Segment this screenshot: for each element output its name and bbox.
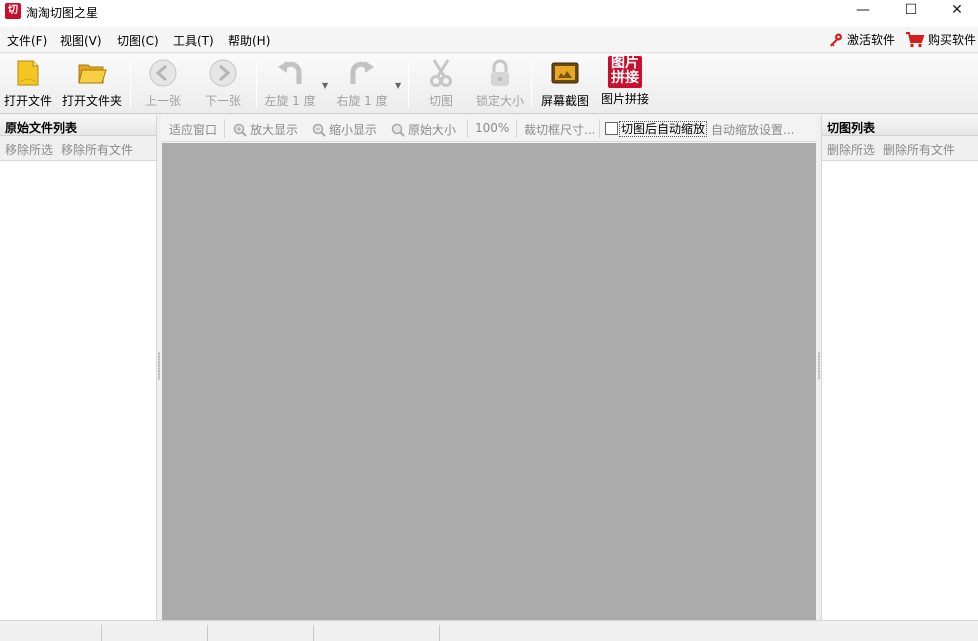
- cut-image-list-actions: 删除所选 删除所有文件: [822, 136, 978, 161]
- zoom-in-button[interactable]: 放大显示: [233, 121, 298, 138]
- auto-zoom-label[interactable]: 切图后自动缩放: [619, 121, 708, 137]
- rotate-left-icon: [275, 58, 305, 88]
- original-file-list-title: 原始文件列表: [0, 115, 156, 136]
- image-editor-area: 适应窗口 放大显示 缩小显示 原始大小 100% 裁切框尺寸... 切图后自动缩…: [161, 115, 817, 620]
- screenshot-button[interactable]: 屏幕截图: [539, 58, 591, 112]
- original-file-list-panel: 原始文件列表 移除所选 移除所有文件: [0, 115, 157, 620]
- app-logo-icon: 切: [5, 3, 21, 19]
- fit-window-button[interactable]: 适应窗口: [169, 121, 217, 138]
- zoom-level-label: 100%: [475, 121, 510, 135]
- menu-cut[interactable]: 切图(C): [117, 32, 159, 49]
- remove-all-files-button[interactable]: 移除所有文件: [61, 143, 133, 157]
- menu-bar: 文件(F) 视图(V) 切图(C) 工具(T) 帮助(H) 激活软件 购买软件: [0, 27, 978, 53]
- cut-button[interactable]: 切图: [418, 58, 464, 112]
- lock-icon: [485, 58, 515, 88]
- auto-zoom-settings-button[interactable]: 自动缩放设置...: [711, 121, 794, 138]
- view-toolbar-separator: [599, 119, 600, 138]
- toolbar-separator: [130, 60, 131, 108]
- splitter-grip-icon: [158, 352, 160, 380]
- zoom-in-icon: [233, 123, 247, 137]
- menu-file[interactable]: 文件(F): [7, 32, 47, 49]
- next-image-button[interactable]: 下一张: [200, 58, 246, 112]
- buy-software-link[interactable]: 购买软件: [905, 31, 976, 48]
- rotate-left-button[interactable]: 左旋 1 度: [262, 58, 318, 112]
- zoom-out-icon: [312, 123, 326, 137]
- menu-help[interactable]: 帮助(H): [228, 32, 270, 49]
- cut-image-list-panel: 切图列表 删除所选 删除所有文件: [821, 115, 978, 620]
- rotate-right-dropdown-icon[interactable]: ▼: [395, 81, 401, 90]
- toolbar-separator: [408, 60, 409, 108]
- activate-software-label: 激活软件: [847, 33, 896, 47]
- activate-software-link[interactable]: 激活软件: [828, 31, 895, 48]
- arrow-right-icon: [208, 58, 238, 88]
- shopping-cart-icon: [905, 31, 925, 48]
- window-title: 淘淘切图之星: [26, 6, 99, 20]
- close-button[interactable]: ✕: [934, 0, 978, 22]
- status-bar: [0, 620, 978, 641]
- title-bar: 切 淘淘切图之星 — ☐ ✕: [0, 0, 978, 27]
- remove-selected-button[interactable]: 移除所选: [5, 143, 53, 157]
- status-separator: [101, 625, 102, 641]
- minimize-button[interactable]: —: [840, 0, 886, 22]
- screen-capture-icon: [550, 58, 580, 88]
- status-separator: [313, 625, 314, 641]
- maximize-button[interactable]: ☐: [888, 0, 934, 22]
- view-toolbar-separator: [467, 119, 468, 138]
- toolbar-separator: [531, 60, 532, 108]
- actual-size-icon: [391, 123, 405, 137]
- lock-size-button[interactable]: 锁定大小: [474, 58, 526, 112]
- original-size-button[interactable]: 原始大小: [391, 121, 456, 138]
- main-toolbar: 打开文件 打开文件夹 上一张 下一张 左旋 1 度 ▼ 右旋 1 度 ▼ 切图 …: [0, 54, 978, 114]
- menu-tools[interactable]: 工具(T): [173, 32, 214, 49]
- open-folder-icon: [77, 58, 107, 88]
- toolbar-separator: [256, 60, 257, 108]
- status-separator: [207, 625, 208, 641]
- view-toolbar: 适应窗口 放大显示 缩小显示 原始大小 100% 裁切框尺寸... 切图后自动缩…: [161, 115, 817, 142]
- delete-all-files-button[interactable]: 删除所有文件: [883, 143, 955, 157]
- splitter-grip-icon: [818, 352, 820, 380]
- open-file-icon: [13, 58, 43, 88]
- arrow-left-icon: [148, 58, 178, 88]
- buy-software-label: 购买软件: [928, 33, 977, 47]
- open-folder-button[interactable]: 打开文件夹: [60, 58, 124, 112]
- rotate-right-button[interactable]: 右旋 1 度: [334, 58, 390, 112]
- image-stitch-icon: 图片 拼接: [608, 56, 642, 88]
- zoom-out-button[interactable]: 缩小显示: [312, 121, 377, 138]
- auto-zoom-checkbox[interactable]: [605, 122, 618, 135]
- previous-image-button[interactable]: 上一张: [140, 58, 186, 112]
- delete-selected-button[interactable]: 删除所选: [827, 143, 875, 157]
- scissors-icon: [426, 58, 456, 88]
- original-file-list-actions: 移除所选 移除所有文件: [0, 136, 156, 161]
- crop-size-button[interactable]: 裁切框尺寸...: [524, 121, 595, 138]
- status-separator: [439, 625, 440, 641]
- image-canvas[interactable]: [162, 143, 816, 620]
- image-stitch-button[interactable]: 图片 拼接 图片拼接: [598, 56, 652, 112]
- rotate-left-dropdown-icon[interactable]: ▼: [322, 81, 328, 90]
- key-icon: [828, 32, 844, 48]
- cut-image-list-title: 切图列表: [822, 115, 978, 136]
- rotate-right-icon: [347, 58, 377, 88]
- view-toolbar-separator: [516, 119, 517, 138]
- open-file-button[interactable]: 打开文件: [3, 58, 53, 112]
- view-toolbar-separator: [224, 119, 225, 138]
- menu-view[interactable]: 视图(V): [60, 32, 102, 49]
